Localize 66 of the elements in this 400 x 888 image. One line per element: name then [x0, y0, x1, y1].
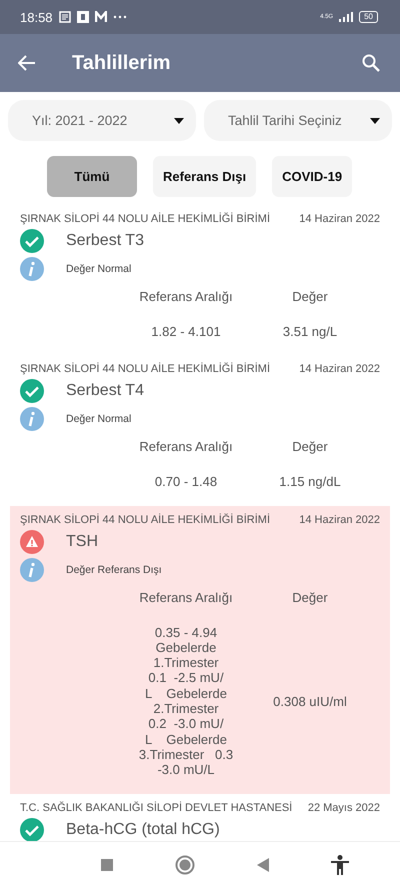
result-status: Değer Referans Dışı [66, 564, 162, 576]
result-date: 22 Mayıs 2022 [308, 802, 380, 814]
test-name: TSH [66, 532, 98, 551]
result-card[interactable]: ŞIRNAK SİLOPİ 44 NOLU AİLE HEKİMLİĞİ BİRİMİ 14 Haziran 2022 Serbest T4 Değer Normal Referans Aralığı Değer 0.70 - 1.48 1.15 ng/dL [10, 355, 390, 506]
battery-indicator: 50 [359, 11, 378, 23]
result-status: Değer Normal [66, 413, 132, 426]
back-arrow-icon [18, 55, 36, 71]
reference-range: L Gebelerde [145, 732, 227, 747]
reference-range: -3.0 mU/L [157, 762, 215, 778]
info-icon [20, 558, 44, 582]
reference-range: 0.70 - 1.48 [154, 474, 218, 490]
column-header: Referans Aralığı [139, 439, 233, 454]
clock: 18:58 [20, 10, 53, 24]
result-value: 1.15 ng/dL [279, 474, 341, 490]
more-icon [112, 15, 127, 19]
column-header: Değer [292, 590, 328, 605]
column-header: Değer [292, 439, 328, 454]
dropdown-arrow-icon [174, 118, 184, 124]
reference-range: 0.2 -3.0 mU/ [148, 716, 224, 732]
reference-range: 0.35 - 4.94 [154, 624, 218, 640]
info-icon [20, 257, 44, 281]
institution-name: T.C. SAĞLIK BAKANLIĞI SİLOPİ DEVLET HASTANESİ [20, 802, 292, 814]
dropdown-arrow-icon [370, 118, 380, 124]
result-value: 0.308 uIU/ml [273, 694, 347, 709]
institution-name: ŞIRNAK SİLOPİ 44 NOLU AİLE HEKİMLİĞİ BİRİMİ [20, 363, 270, 376]
reference-range: 3.Trimester 0.3 [138, 746, 234, 762]
app-icon [76, 11, 89, 23]
mail-icon [94, 11, 107, 23]
column-header: Referans Aralığı [139, 289, 233, 304]
result-date: 14 Haziran 2022 [299, 363, 380, 376]
reference-range: 1.Trimester [153, 655, 219, 670]
filter-chip[interactable]: Tümü [47, 156, 137, 197]
test-name: Serbest T3 [66, 232, 144, 250]
test-name: Beta-hCG (total hCG) [66, 820, 220, 839]
column-header: Değer [292, 289, 328, 304]
result-card[interactable]: ŞIRNAK SİLOPİ 44 NOLU AİLE HEKİMLİĞİ BİRİMİ 14 Haziran 2022 Serbest T3 Değer Normal Referans Aralığı Değer 1.82 - 4.101 3.51 ng/L [10, 205, 390, 356]
result-value: 3.51 ng/L [282, 324, 338, 340]
institution-name: ŞIRNAK SİLOPİ 44 NOLU AİLE HEKİMLİĞİ BİRİMİ [20, 514, 270, 526]
check-circle-icon [20, 229, 44, 253]
reference-range: L Gebelerde [145, 686, 227, 702]
result-card[interactable] [10, 506, 390, 794]
dropdown[interactable]: Tahlil Tarihi Seçiniz [204, 100, 392, 141]
reference-range: 2.Trimester [153, 701, 219, 716]
info-icon [20, 407, 44, 432]
screen-title: Tahlillerim [72, 52, 172, 74]
column-header: Referans Aralığı [139, 590, 233, 605]
check-circle-icon [20, 379, 44, 404]
reference-range: 0.1 -2.5 mU/ [148, 670, 224, 686]
result-status: Değer Normal [66, 263, 132, 275]
filter-chip[interactable]: COVID-19 [272, 156, 352, 197]
result-card[interactable]: T.C. SAĞLIK BAKANLIĞI SİLOPİ DEVLET HASTANESİ 22 Mayıs 2022 Beta-hCG (total hCG) [10, 794, 390, 841]
reference-range: Gebelerde [156, 640, 216, 656]
result-date: 14 Haziran 2022 [299, 213, 380, 225]
back-icon[interactable] [257, 858, 269, 872]
result-date: 14 Haziran 2022 [299, 514, 380, 526]
warning-icon [20, 530, 44, 554]
dropdown[interactable]: Yıl: 2021 - 2022 [8, 100, 196, 141]
filter-chip[interactable]: Referans Dışı [153, 156, 256, 197]
reference-range: 1.82 - 4.101 [151, 324, 221, 340]
test-name: Serbest T4 [66, 382, 144, 400]
signal-icon [339, 12, 354, 22]
institution-name: ŞIRNAK SİLOPİ 44 NOLU AİLE HEKİMLİĞİ BİRİMİ [20, 213, 270, 225]
home-icon[interactable] [175, 855, 195, 875]
notification-icon [58, 11, 71, 23]
accessibility-icon[interactable] [331, 855, 349, 875]
search-icon [362, 54, 380, 72]
